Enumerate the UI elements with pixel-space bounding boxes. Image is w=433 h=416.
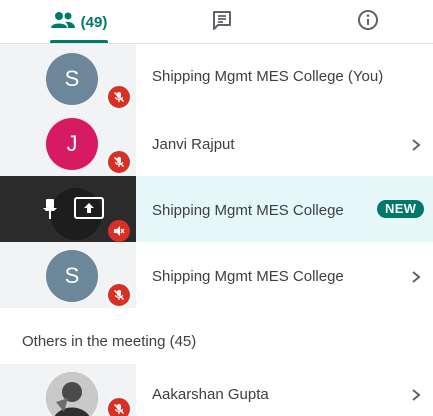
mic-off-icon	[106, 282, 132, 308]
mic-off-icon	[106, 396, 132, 416]
participant-row[interactable]: J Janvi Rajput	[0, 110, 433, 176]
participant-row-presenting[interactable]: Shipping Mgmt MES College	[0, 176, 433, 244]
participant-row[interactable]: S Shipping Mgmt MES College (You)	[0, 44, 433, 110]
chevron-right-icon	[412, 389, 421, 401]
avatar: S	[46, 53, 98, 105]
section-title-others: Others in the meeting (45)	[22, 333, 197, 350]
avatar-column: S	[0, 242, 136, 308]
info-icon	[357, 9, 379, 36]
tab-bar: (49)	[0, 0, 433, 44]
people-icon	[50, 11, 75, 34]
participant-name: Shipping Mgmt MES College (You)	[152, 68, 384, 85]
mic-off-icon	[106, 149, 132, 175]
avatar-photo	[46, 372, 98, 416]
mic-off-icon	[106, 218, 132, 244]
chevron-right-icon	[412, 271, 421, 283]
avatar-column: J	[0, 110, 136, 176]
avatar: J	[46, 118, 98, 170]
participant-row[interactable]: Aakarshan Gupta	[0, 364, 433, 416]
present-screen-icon	[74, 197, 104, 224]
tab-info[interactable]	[346, 0, 390, 44]
participant-name: Janvi Rajput	[152, 136, 235, 153]
avatar-column	[0, 364, 136, 416]
mic-off-icon	[106, 84, 132, 110]
participant-name: Shipping Mgmt MES College	[152, 268, 344, 285]
participant-name: Aakarshan Gupta	[152, 386, 269, 403]
avatar: S	[46, 250, 98, 302]
chevron-right-icon	[412, 139, 421, 151]
participant-row[interactable]: S Shipping Mgmt MES College	[0, 242, 433, 308]
avatar-column	[0, 176, 136, 244]
participant-name: Shipping Mgmt MES College	[152, 202, 344, 219]
avatar-column: S	[0, 44, 136, 110]
pin-icon[interactable]	[40, 198, 60, 225]
new-badge: NEW	[377, 200, 425, 218]
chat-icon	[211, 10, 233, 35]
tab-chat[interactable]	[200, 0, 244, 44]
tab-people[interactable]: (49)	[34, 0, 124, 44]
people-count: (49)	[80, 13, 108, 31]
